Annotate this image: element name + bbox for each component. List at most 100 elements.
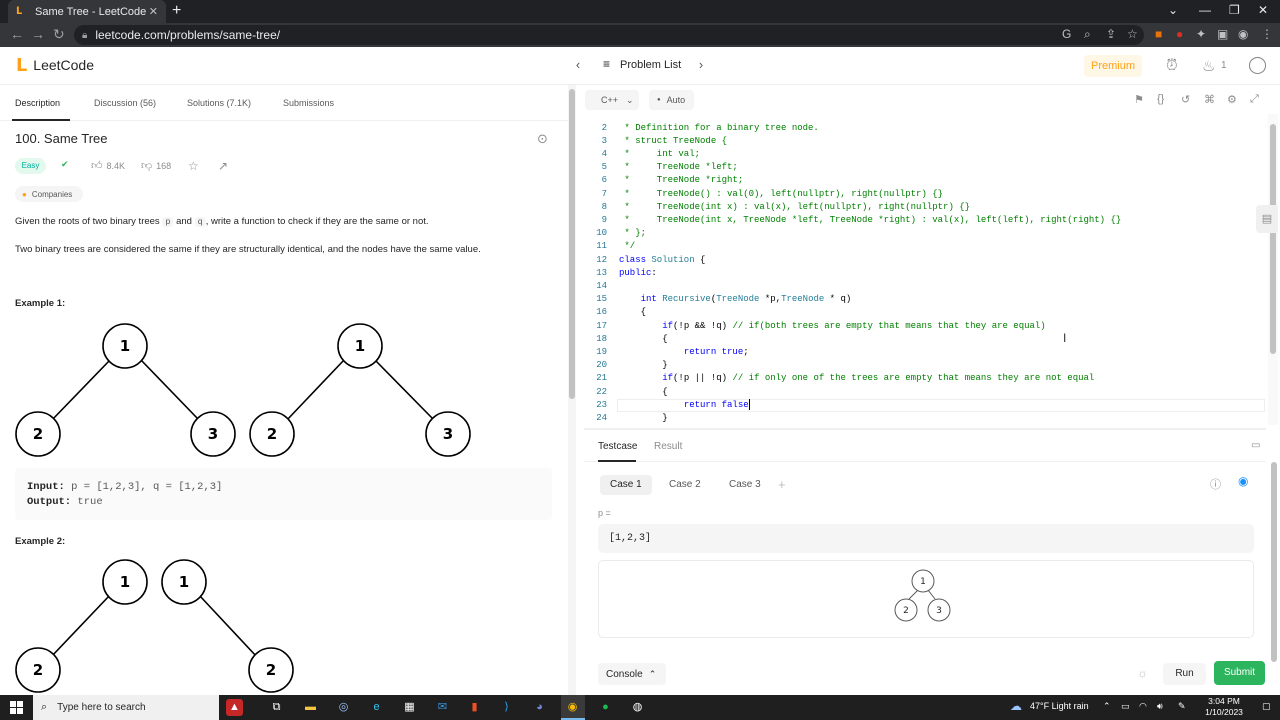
taskbar-search-field[interactable]: ⌕ Type here to search bbox=[33, 695, 219, 720]
line-number: 22 bbox=[596, 386, 607, 397]
prev-problem-icon[interactable]: ‹ bbox=[568, 57, 588, 75]
tray-chevron-icon[interactable]: ⌃ bbox=[1103, 701, 1111, 712]
code-token: * int val; bbox=[619, 148, 701, 159]
reload-icon[interactable]: ↻ bbox=[53, 26, 65, 43]
wifi-icon[interactable]: ◠ bbox=[1139, 701, 1147, 712]
restore-icon[interactable]: ❐ bbox=[1229, 3, 1240, 17]
fullscreen-icon[interactable]: ⤢ bbox=[1250, 93, 1259, 106]
shortcuts-icon[interactable]: ⌘ bbox=[1204, 93, 1215, 106]
tab-discussion[interactable]: Discussion (56) bbox=[94, 98, 156, 108]
edge-icon[interactable]: e bbox=[368, 699, 385, 716]
extensions-puzzle-icon[interactable]: ✦ bbox=[1196, 27, 1206, 41]
debug-bug-icon[interactable]: ☼ bbox=[1137, 666, 1148, 680]
premium-button[interactable]: Premium bbox=[1084, 55, 1142, 77]
tab-submissions[interactable]: Submissions bbox=[283, 98, 334, 108]
zoom-icon[interactable]: ⌕ bbox=[1084, 27, 1091, 42]
like-button[interactable]: 👍︎ 8.4K bbox=[91, 159, 125, 172]
console-button[interactable]: Console ⌃ bbox=[598, 663, 666, 685]
editor-scrollbar[interactable] bbox=[1268, 114, 1278, 425]
taskbar-clock[interactable]: 3:04 PM 1/10/2023 bbox=[1200, 696, 1248, 718]
testcase-scrollbar[interactable] bbox=[1270, 462, 1278, 692]
browser-tab[interactable]: ᒪ Same Tree - LeetCode ✕ bbox=[8, 0, 166, 23]
tab-description[interactable]: Description bbox=[15, 98, 60, 108]
notes-side-icon[interactable]: ▤ bbox=[1256, 205, 1278, 233]
office-icon[interactable]: ▮ bbox=[466, 699, 483, 716]
chrome-icon[interactable]: ◉ bbox=[564, 699, 581, 716]
network-icon[interactable]: ▭ bbox=[1121, 701, 1130, 712]
scroll-thumb[interactable] bbox=[569, 89, 575, 399]
scroll-thumb[interactable] bbox=[1270, 124, 1276, 354]
case-2-tab[interactable]: Case 2 bbox=[659, 475, 711, 495]
extension-icon[interactable]: ■ bbox=[1155, 27, 1162, 41]
bookmark-icon[interactable]: ⚑ bbox=[1134, 93, 1144, 106]
forward-icon[interactable]: → bbox=[31, 26, 45, 42]
leetcode-logo[interactable]: ᒪ LeetCode bbox=[16, 56, 94, 74]
tree-visualizer: 1 2 3 bbox=[598, 560, 1254, 638]
language-select[interactable]: C++ ⌄ bbox=[585, 90, 639, 110]
store-icon[interactable]: ▦ bbox=[401, 699, 418, 716]
run-button[interactable]: Run bbox=[1163, 663, 1206, 685]
reset-code-icon[interactable]: ↺ bbox=[1181, 93, 1190, 106]
steam-icon[interactable]: ◎ bbox=[335, 699, 352, 716]
problem-list-button[interactable]: Problem List bbox=[620, 59, 681, 71]
companies-tag[interactable]: ● Companies bbox=[15, 186, 83, 202]
scroll-thumb[interactable] bbox=[1271, 462, 1277, 662]
desc-text: Given the roots of two binary trees bbox=[15, 216, 163, 227]
mail-icon[interactable]: ✉ bbox=[434, 699, 451, 716]
add-case-button[interactable]: + bbox=[768, 475, 796, 495]
share-link-icon[interactable]: ↗ bbox=[218, 159, 228, 173]
tab-search-chevron-icon[interactable]: ⌄ bbox=[1168, 3, 1178, 17]
new-tab-icon[interactable]: + bbox=[172, 2, 181, 20]
profile-icon[interactable]: ◉ bbox=[1238, 27, 1248, 41]
vscode-icon[interactable]: ⟩ bbox=[498, 699, 515, 716]
sidepanel-icon[interactable]: ▣ bbox=[1217, 27, 1228, 41]
more-options-icon[interactable]: ⊙ bbox=[537, 131, 548, 147]
tree-node-label: 2 bbox=[33, 425, 43, 443]
tab-close-icon[interactable]: ✕ bbox=[149, 5, 158, 18]
settings-gear-icon[interactable]: ⚙ bbox=[1227, 93, 1237, 106]
p-input-field[interactable]: [1,2,3] bbox=[598, 524, 1254, 553]
spotify-icon[interactable]: ● bbox=[597, 699, 614, 716]
weather-rain-icon[interactable]: ☁ bbox=[1010, 699, 1022, 713]
notifications-icon[interactable]: ▢ bbox=[1262, 701, 1271, 712]
discord-icon[interactable]: ◕ bbox=[531, 699, 548, 716]
url-field[interactable]: 🔒︎ leetcode.com/problems/same-tree/ bbox=[74, 25, 1144, 45]
case-1-tab[interactable]: Case 1 bbox=[600, 475, 652, 495]
share-icon[interactable]: ⇪ bbox=[1106, 27, 1116, 41]
streak-fire-icon[interactable]: ♨ bbox=[1202, 57, 1215, 75]
tab-solutions[interactable]: Solutions (7.1K) bbox=[187, 98, 251, 108]
windows-start-icon[interactable] bbox=[10, 701, 23, 714]
help-icon[interactable]: ⓘ bbox=[1210, 476, 1221, 492]
tab-testcase[interactable]: Testcase bbox=[598, 441, 637, 452]
next-problem-icon[interactable]: › bbox=[691, 57, 711, 75]
favorite-star-icon[interactable]: ☆ bbox=[188, 159, 199, 173]
taskbar-app-icon[interactable]: ▲ bbox=[226, 699, 243, 716]
visualize-eye-icon[interactable]: ◉ bbox=[1238, 474, 1248, 488]
extension-2-icon[interactable]: ● bbox=[1176, 27, 1183, 41]
google-icon[interactable]: G bbox=[1062, 27, 1071, 41]
panel-splitter[interactable] bbox=[584, 428, 1266, 430]
chrome-menu-icon[interactable]: ⋮ bbox=[1261, 27, 1273, 41]
timer-icon[interactable]: ⏰︎ bbox=[1166, 57, 1178, 74]
pen-icon[interactable]: ✎ bbox=[1178, 701, 1186, 712]
avatar[interactable]: ◯ bbox=[1248, 55, 1267, 75]
minimize-icon[interactable]: — bbox=[1199, 3, 1211, 17]
file-explorer-icon[interactable]: ▬ bbox=[302, 699, 319, 716]
back-icon[interactable]: ← bbox=[10, 26, 24, 42]
volume-icon[interactable]: 🔊︎ bbox=[1157, 701, 1163, 712]
collapse-panel-icon[interactable]: ▭ bbox=[1251, 440, 1260, 451]
obs-icon[interactable]: ◍ bbox=[629, 699, 646, 716]
close-window-icon[interactable]: ✕ bbox=[1258, 3, 1268, 17]
braces-icon[interactable]: {} bbox=[1157, 93, 1164, 105]
case-3-tab[interactable]: Case 3 bbox=[719, 475, 771, 495]
autocomplete-mode-button[interactable]: ● Auto bbox=[649, 90, 694, 110]
description-scrollbar[interactable] bbox=[568, 85, 576, 695]
submit-button[interactable]: Submit bbox=[1214, 661, 1265, 685]
bookmark-star-icon[interactable]: ☆ bbox=[1127, 27, 1138, 41]
tab-result[interactable]: Result bbox=[654, 441, 682, 452]
code-editor[interactable]: 2 * Definition for a binary tree node. 3 … bbox=[584, 114, 1266, 425]
dislike-button[interactable]: 👎︎ 168 bbox=[141, 159, 171, 172]
task-view-icon[interactable]: ⧉ bbox=[268, 699, 285, 716]
code-text: * TreeNode(int x) : val(x), left(nullptr… bbox=[619, 201, 970, 214]
weather-text[interactable]: 47°F Light rain bbox=[1030, 701, 1089, 711]
